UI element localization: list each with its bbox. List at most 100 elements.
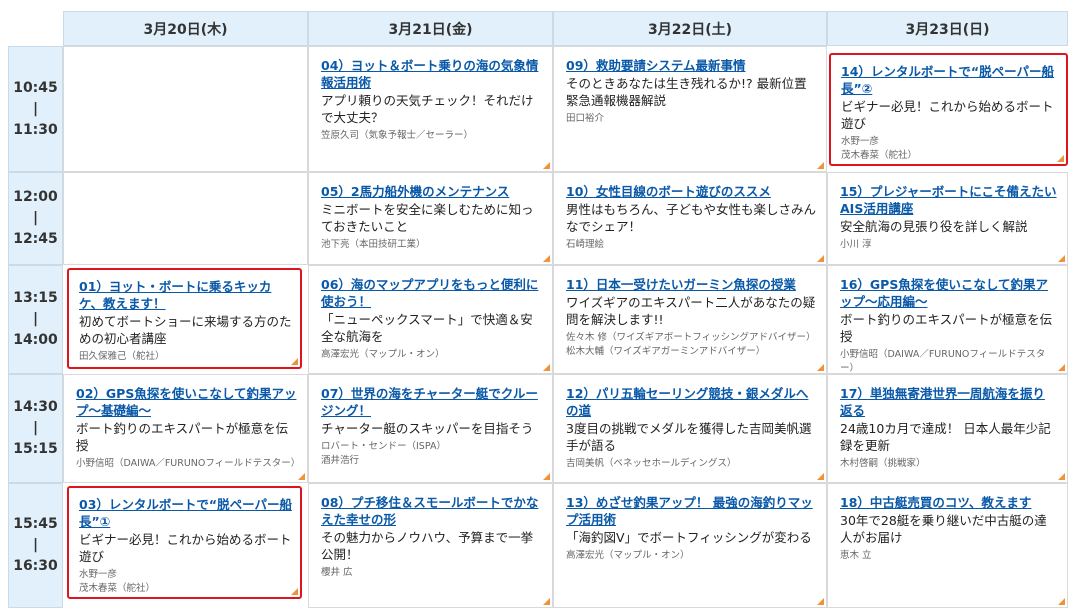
session-02: 02）GPS魚探を使いこなして釣果アップ〜基礎編〜 ボート釣りのエキスパートが極… (63, 374, 308, 483)
time-slot-2: 12:00 | 12:45 (8, 172, 63, 265)
corner-marker-icon (543, 364, 550, 371)
session-10-desc: 男性はもちろん、子どもや女性も楽しさみんなでシェア！ (566, 202, 817, 234)
session-03: 03）レンタルボートで“脱ペーパー船長”① ビギナー必見！これから始めるボート遊… (67, 486, 302, 599)
session-16-speaker: 小野信昭（DAIWA／FURUNOフィールドテスター） (840, 349, 1046, 374)
session-09: 09）救助要請システム最新事情 そのときあなたは生き残れるか!? 最新位置 緊急… (553, 46, 827, 172)
session-08: 08）プチ移住＆スモールボートでかなえた幸せの形 その魅力からノウハウ、予算まで… (308, 483, 553, 608)
session-13-desc: 「海釣図V」でボートフィッシングが変わる (566, 530, 812, 545)
empty-cell (63, 172, 308, 265)
session-09-title-link[interactable]: 09）救助要請システム最新事情 (566, 57, 816, 74)
corner-marker-icon (291, 358, 298, 365)
session-08-title-link[interactable]: 08）プチ移住＆スモールボートでかなえた幸せの形 (321, 494, 542, 528)
session-11: 11）日本一受けたいガーミン魚探の授業 ワイズギアのエキスパート二人があなたの疑… (553, 265, 827, 374)
empty-cell (63, 46, 308, 172)
session-17-desc: 24歳10カ月で達成！ 日本人最年少記録を更新 (840, 421, 1051, 453)
session-04: 04）ヨット＆ボート乗りの海の気象情報活用術 アプリ頼りの天気チェック！それだけ… (308, 46, 553, 172)
session-15-title-link[interactable]: 15）プレジャーボートにこそ備えたいAIS活用講座 (840, 183, 1057, 217)
session-16-desc: ボート釣りのエキスパートが極意を伝授 (840, 312, 1053, 344)
session-11-speaker-1: 佐々木 修（ワイズギアボートフィッシングアドバイザー） (566, 332, 816, 343)
session-18-desc: 30年で28艇を乗り継いだ中古艇の達人がお届け (840, 513, 1047, 545)
day-header-sun: 3月23日(日) (827, 11, 1068, 46)
corner-marker-icon (543, 255, 550, 262)
session-14-title-link[interactable]: 14）レンタルボートで“脱ペーパー船長”② (841, 63, 1058, 97)
session-14-speaker-2: 茂木春菜（舵社） (841, 150, 918, 161)
session-06-desc: 「ニューペックスマート」で快適＆安全な航海を (321, 312, 533, 344)
session-07: 07）世界の海をチャーター艇でクルージング！ チャーター艇のスキッパーを目指そう… (308, 374, 553, 483)
session-07-speaker-1: ロバート・センドー（ISPA） (321, 441, 446, 452)
session-14-speaker-1: 水野一彦 (841, 136, 880, 147)
session-02-title-link[interactable]: 02）GPS魚探を使いこなして釣果アップ〜基礎編〜 (76, 385, 297, 419)
corner-marker-icon (1058, 364, 1065, 371)
corner-marker-icon (1058, 255, 1065, 262)
session-03-desc: ビギナー必見！これから始めるボート遊び (79, 532, 292, 564)
day-header-fri: 3月21日(金) (308, 11, 553, 46)
time-slot-3: 13:15 | 14:00 (8, 265, 63, 374)
time-slot-5: 15:45 | 16:30 (8, 483, 63, 608)
session-05: 05）2馬力船外機のメンテナンス ミニボートを安全に楽しむために知っておきたいこ… (308, 172, 553, 265)
session-09-desc: そのときあなたは生き残れるか!? 最新位置 緊急通報機器解説 (566, 76, 807, 108)
day-header-thu: 3月20日(木) (63, 11, 308, 46)
session-14-desc: ビギナー必見！これから始めるボート遊び (841, 99, 1054, 131)
corner-marker-icon (1057, 155, 1064, 162)
session-01: 01）ヨット・ボートに乗るキッカケ、教えます！ 初めてボートショーに来場する方の… (67, 268, 302, 369)
session-04-title-link[interactable]: 04）ヨット＆ボート乗りの海の気象情報活用術 (321, 57, 542, 91)
session-14: 14）レンタルボートで“脱ペーパー船長”② ビギナー必見！これから始めるボート遊… (829, 53, 1068, 166)
session-07-speaker-2: 酒井浩行 (321, 455, 360, 466)
session-10-title-link[interactable]: 10）女性目線のボート遊びのススメ (566, 183, 816, 200)
session-06-speaker: 高澤宏光（マップル・オン） (321, 349, 445, 360)
session-03-speaker-1: 水野一彦 (79, 569, 118, 580)
session-10-speaker: 石崎理絵 (566, 239, 605, 250)
session-12-title-link[interactable]: 12）パリ五輪セーリング競技・銀メダルへの道 (566, 385, 816, 419)
corner-marker-icon (298, 473, 305, 480)
session-12-speaker: 吉岡美帆（ベネッセホールディングス） (566, 458, 737, 469)
session-03-speaker-2: 茂木春菜（舵社） (79, 583, 156, 594)
session-07-desc: チャーター艇のスキッパーを目指そう (321, 421, 534, 436)
session-05-title-link[interactable]: 05）2馬力船外機のメンテナンス (321, 183, 542, 200)
session-03-title-link[interactable]: 03）レンタルボートで“脱ペーパー船長”① (79, 496, 292, 530)
session-01-title-link[interactable]: 01）ヨット・ボートに乗るキッカケ、教えます！ (79, 278, 292, 312)
session-15: 15）プレジャーボートにこそ備えたいAIS活用講座 安全航海の見張り役を詳しく解… (827, 172, 1068, 265)
session-17: 17）単独無寄港世界一周航海を振り返る 24歳10カ月で達成！ 日本人最年少記録… (827, 374, 1068, 483)
session-09-speaker: 田口裕介 (566, 113, 605, 124)
corner-marker-icon (817, 364, 824, 371)
corner-marker-icon (543, 598, 550, 605)
session-11-desc: ワイズギアのエキスパート二人があなたの疑問を解決します!! (566, 295, 816, 327)
session-07-title-link[interactable]: 07）世界の海をチャーター艇でクルージング！ (321, 385, 542, 419)
session-02-desc: ボート釣りのエキスパートが極意を伝授 (76, 421, 289, 453)
session-11-title-link[interactable]: 11）日本一受けたいガーミン魚探の授業 (566, 276, 816, 293)
session-12: 12）パリ五輪セーリング競技・銀メダルへの道 3度目の挑戦でメダルを獲得した吉岡… (553, 374, 827, 483)
corner-marker-icon (291, 588, 298, 595)
session-05-speaker: 池下亮（本田技研工業） (321, 239, 426, 250)
session-06-title-link[interactable]: 06）海のマップアプリをもっと便利に使おう！ (321, 276, 542, 310)
time-slot-4: 14:30 | 15:15 (8, 374, 63, 483)
session-08-speaker: 櫻井 広 (321, 567, 353, 578)
session-08-desc: その魅力からノウハウ、予算まで一挙公開！ (321, 530, 534, 562)
corner-marker-icon (817, 473, 824, 480)
session-17-speaker: 木村啓嗣（挑戦家） (840, 458, 926, 469)
session-16: 16）GPS魚探を使いこなして釣果アップ〜応用編〜 ボート釣りのエキスパートが極… (827, 265, 1068, 374)
session-15-speaker: 小川 淳 (840, 239, 872, 250)
corner-marker-icon (543, 162, 550, 169)
session-04-speaker: 笠原久司（気象予報士／セーラー） (321, 130, 474, 141)
time-slot-1: 10:45 | 11:30 (8, 46, 63, 172)
session-05-desc: ミニボートを安全に楽しむために知っておきたいこと (321, 202, 534, 234)
session-01-speaker: 田久保雅己（舵社） (79, 351, 165, 362)
corner-marker-icon (817, 162, 824, 169)
session-17-title-link[interactable]: 17）単独無寄港世界一周航海を振り返る (840, 385, 1057, 419)
day-header-sat: 3月22日(土) (553, 11, 827, 46)
session-10: 10）女性目線のボート遊びのススメ 男性はもちろん、子どもや女性も楽しさみんなで… (553, 172, 827, 265)
corner-marker-icon (817, 598, 824, 605)
session-15-desc: 安全航海の見張り役を詳しく解説 (840, 219, 1028, 234)
session-11-speaker-2: 松木大輔（ワイズギアガーミンアドバイザー） (566, 346, 766, 357)
session-18-speaker: 恵木 立 (840, 550, 872, 561)
session-18-title-link[interactable]: 18）中古艇売買のコツ、教えます (840, 494, 1057, 511)
corner-marker-icon (1058, 598, 1065, 605)
session-06: 06）海のマップアプリをもっと便利に使おう！ 「ニューペックスマート」で快適＆安… (308, 265, 553, 374)
session-13-title-link[interactable]: 13）めざせ釣果アップ！ 最強の海釣りマップ活用術 (566, 494, 816, 528)
session-16-title-link[interactable]: 16）GPS魚探を使いこなして釣果アップ〜応用編〜 (840, 276, 1057, 310)
session-01-desc: 初めてボートショーに来場する方のための初心者講座 (79, 314, 292, 346)
session-13-speaker: 高澤宏光（マップル・オン） (566, 550, 690, 561)
corner-marker-icon (543, 473, 550, 480)
corner-marker-icon (817, 255, 824, 262)
corner-marker-icon (1058, 473, 1065, 480)
